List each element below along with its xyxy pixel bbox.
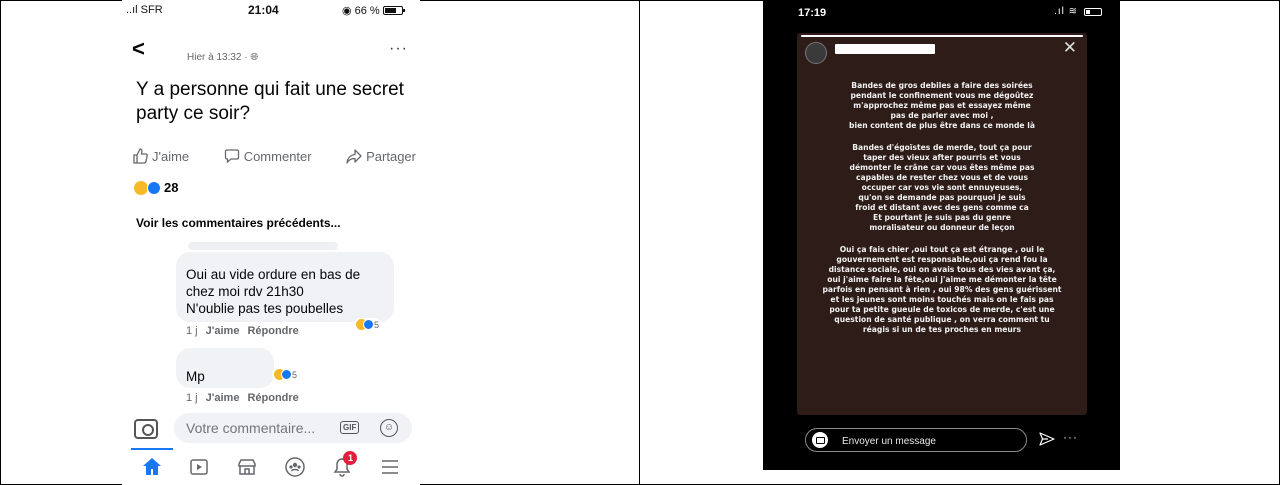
thumbs-up-icon (133, 148, 148, 164)
comment-reaction-count: 5 (374, 319, 380, 330)
comment-reply-link[interactable]: Répondre (247, 325, 298, 337)
haha-reaction-icon (134, 180, 148, 195)
comment-author-redacted (188, 242, 338, 250)
like-button[interactable]: J'aime (132, 146, 189, 166)
battery-icon (382, 6, 405, 15)
marketplace-store-icon (238, 459, 256, 475)
status-time: 17:19 (798, 7, 827, 19)
carrier-label: ..ıl SFR (126, 4, 163, 16)
comment-meta: 1 j J'aime Répondre (186, 325, 299, 337)
view-previous-comments-link[interactable]: Voir les commentaires précédents... (136, 216, 341, 230)
status-time: 21:04 (248, 3, 279, 17)
send-paper-plane-icon[interactable] (1039, 431, 1055, 447)
close-icon[interactable]: ✕ (1063, 39, 1077, 56)
comment-button[interactable]: Commenter (224, 146, 312, 166)
share-button[interactable]: Partager (346, 146, 416, 166)
comment-bubble: Oui au vide ordure en bas de chez moi rd… (176, 252, 394, 322)
post-text: Y a personne qui fait une secret party c… (136, 79, 404, 124)
gif-icon[interactable]: GIF (340, 421, 360, 434)
battery-percent: 66 % (354, 4, 380, 17)
like-label: J'aime (152, 148, 190, 164)
globe-icon: 🌐︎ (250, 52, 259, 63)
like-reaction-icon (363, 319, 374, 330)
battery-icon (1084, 8, 1102, 16)
tab-groups[interactable] (280, 453, 310, 481)
comment-line: chez moi rdv 21h30 (186, 284, 304, 299)
tab-watch[interactable] (184, 453, 214, 481)
comment-reply-link[interactable]: Répondre (247, 392, 298, 404)
back-chevron-icon[interactable]: < (132, 38, 145, 60)
status-bar: 17:19 .ıl ≋ (763, 0, 1120, 24)
comment-like-link[interactable]: J'aime (206, 392, 240, 404)
story-card[interactable]: ✕ Bandes de gros debiles a faire des soi… (797, 33, 1087, 415)
video-play-icon (190, 459, 209, 475)
story-progress-bar (801, 35, 1083, 37)
camera-icon[interactable] (134, 419, 158, 439)
avatar[interactable] (805, 42, 827, 64)
notification-badge: 1 (343, 451, 358, 465)
share-label: Partager (366, 148, 416, 164)
story-paragraph: Bandes d'égoïstes de merde, tout ça pour… (849, 143, 1035, 232)
post-actions: J'aime Commenter Partager (132, 146, 416, 166)
comment-like-link[interactable]: J'aime (206, 325, 240, 337)
emoji-smile-icon[interactable]: ☺ (380, 419, 398, 437)
comment-line: Oui au vide ordure en bas de (186, 267, 361, 282)
comment-meta: 1 j J'aime Répondre (186, 392, 299, 404)
comment-time: 1 j (186, 325, 198, 337)
more-options-icon[interactable]: ··· (1063, 430, 1078, 444)
home-icon (142, 458, 161, 475)
story-paragraph: Bandes de gros debiles a faire des soiré… (849, 81, 1035, 130)
comment-time: 1 j (186, 392, 198, 404)
tab-notifications[interactable]: 1 (327, 451, 358, 481)
comment-reaction-count: 5 (292, 369, 298, 380)
tab-marketplace[interactable] (232, 453, 262, 481)
reaction-summary[interactable]: 28 (134, 180, 178, 195)
comment-line: N'oublie pas tes poubelles (186, 301, 344, 316)
post-header: < Hier à 13:32 · 🌐︎ ··· (122, 38, 420, 66)
username-redacted[interactable] (835, 44, 935, 54)
comment-line: Mp (186, 369, 205, 384)
groups-icon (285, 457, 305, 477)
message-input[interactable] (842, 433, 1012, 449)
story-paragraph: Oui ça fais chier ,oui tout ça est étran… (822, 245, 1062, 334)
hamburger-menu-icon (382, 460, 399, 474)
comment-bubble-icon (224, 149, 239, 164)
more-options-icon[interactable]: ··· (389, 40, 408, 58)
instagram-story-screen: 17:19 .ıl ≋ ✕ Bandes de gros debiles a f… (763, 0, 1120, 470)
post-timestamp: Hier à 13:32 · 🌐︎ (187, 52, 259, 63)
comment-input[interactable] (174, 413, 412, 443)
like-reaction-icon (147, 180, 161, 195)
status-bar: ..ıl SFR 21:04 ◉ 66 % (122, 0, 420, 20)
facebook-post-screen: ..ıl SFR 21:04 ◉ 66 % < Hier à 13:32 · 🌐… (122, 0, 420, 485)
comment-bubble: Mp (176, 348, 274, 388)
story-text: Bandes de gros debiles a faire des soiré… (800, 81, 1084, 347)
share-arrow-icon (346, 149, 362, 164)
comment-composer: GIF ☺ (122, 410, 420, 448)
like-reaction-icon (281, 369, 292, 380)
tab-home[interactable] (130, 448, 173, 481)
comment-label: Commenter (243, 148, 312, 164)
comment-reactions[interactable]: 5 (354, 318, 382, 331)
signal-wifi-icon: .ıl ≋ (1054, 6, 1078, 17)
bottom-tab-bar: 1 (122, 448, 420, 485)
alarm-icon: ◉ (342, 5, 352, 17)
battery-indicator: ◉ 66 % (342, 4, 405, 17)
camera-icon[interactable] (812, 432, 828, 448)
tab-menu[interactable] (375, 453, 405, 481)
story-reply-bar: ··· (797, 422, 1102, 454)
comment-reactions[interactable]: 5 (272, 368, 300, 381)
message-field[interactable] (805, 428, 1027, 452)
reaction-count: 28 (164, 180, 179, 195)
